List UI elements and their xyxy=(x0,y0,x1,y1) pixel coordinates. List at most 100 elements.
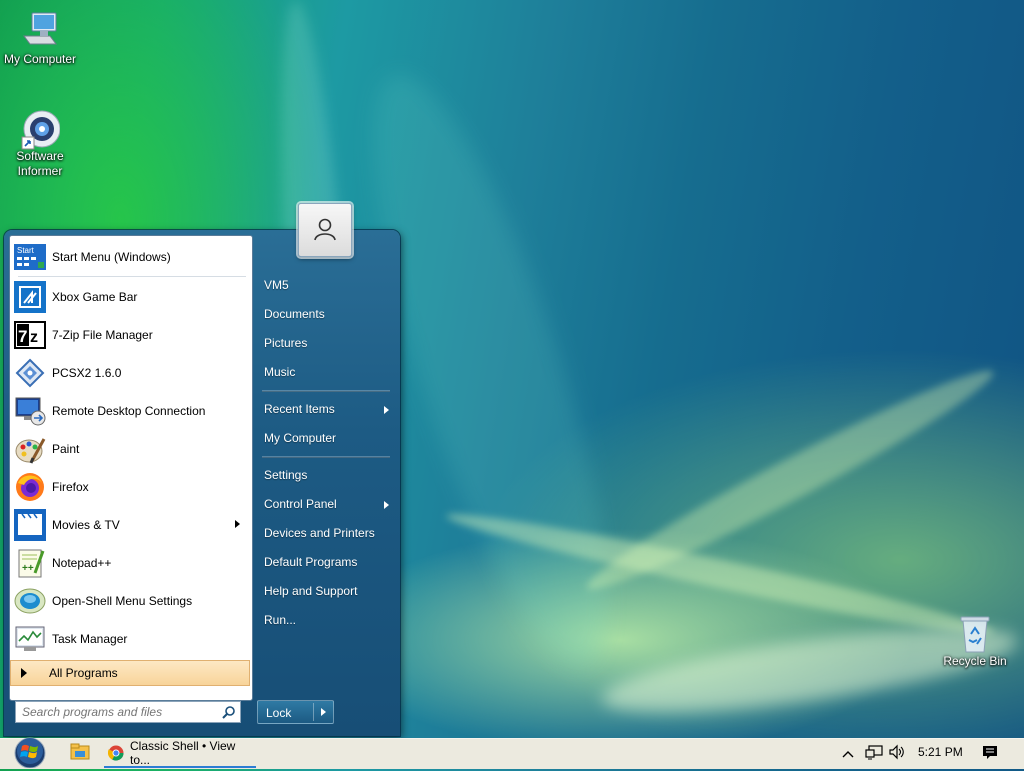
program-item-firefox[interactable]: Firefox xyxy=(12,469,248,505)
all-programs-button[interactable]: All Programs xyxy=(10,660,250,686)
right-item-documents[interactable]: Documents xyxy=(257,301,395,328)
task-manager-icon xyxy=(14,623,46,655)
all-programs-arrow-icon xyxy=(21,668,27,678)
submenu-arrow-icon xyxy=(384,406,389,414)
pcsx2-icon xyxy=(14,357,46,389)
right-item-label: Pictures xyxy=(264,336,308,350)
movies-tv-icon xyxy=(14,509,46,541)
network-icon xyxy=(865,744,883,763)
open-shell-icon xyxy=(14,585,46,617)
svg-text:z: z xyxy=(30,329,38,346)
start-menu-icon: Start xyxy=(14,241,46,273)
program-item-xbox-game-bar[interactable]: Xbox Game Bar xyxy=(12,279,248,315)
taskbar-task-chrome[interactable]: Classic Shell • View to... xyxy=(104,739,256,768)
program-item-open-shell-settings[interactable]: Open-Shell Menu Settings xyxy=(12,583,248,619)
right-item-label: Devices and Printers xyxy=(264,526,375,540)
action-center-button[interactable] xyxy=(982,739,1002,768)
program-item-pcsx2[interactable]: PCSX2 1.6.0 xyxy=(12,355,248,391)
lock-label: Lock xyxy=(266,706,292,720)
paint-icon xyxy=(14,433,46,465)
right-item-music[interactable]: Music xyxy=(257,359,395,386)
right-item-label: Recent Items xyxy=(264,402,335,416)
program-label: Xbox Game Bar xyxy=(52,290,138,304)
program-label: Movies & TV xyxy=(52,518,120,532)
right-item-run[interactable]: Run... xyxy=(257,607,395,634)
search-input[interactable] xyxy=(16,704,218,720)
program-label: Start Menu (Windows) xyxy=(52,250,171,264)
divider xyxy=(262,456,390,458)
program-item-movies-tv[interactable]: Movies & TV xyxy=(12,507,248,543)
right-item-label: Music xyxy=(264,365,296,379)
program-item-task-manager[interactable]: Task Manager xyxy=(12,621,248,657)
right-item-help-support[interactable]: Help and Support xyxy=(257,578,395,605)
search-programs-box xyxy=(15,701,241,723)
taskbar-file-explorer[interactable] xyxy=(70,739,94,768)
program-item-notepadpp[interactable]: ++ Notepad++ xyxy=(12,545,248,581)
submenu-arrow-icon xyxy=(384,501,389,509)
desktop-icon-my-computer[interactable]: My Computer xyxy=(0,10,80,67)
right-item-label: My Computer xyxy=(264,431,337,445)
right-item-pictures[interactable]: Pictures xyxy=(257,330,395,357)
right-item-settings[interactable]: Settings xyxy=(257,462,395,489)
chevron-up-icon xyxy=(842,747,854,761)
shutdown-options-arrow-icon[interactable] xyxy=(321,708,326,716)
desktop-icon-label: My Computer xyxy=(3,52,77,66)
speaker-icon xyxy=(888,744,906,763)
notepadpp-icon: ++ xyxy=(14,547,46,579)
submenu-arrow-icon xyxy=(235,520,240,528)
svg-text:7: 7 xyxy=(18,327,27,346)
task-title: Classic Shell • View to... xyxy=(130,738,236,767)
program-label: Notepad++ xyxy=(52,556,112,570)
firefox-icon xyxy=(14,471,46,503)
svg-text:++: ++ xyxy=(22,563,34,574)
divider xyxy=(262,390,390,392)
clock[interactable]: 5:21 PM xyxy=(918,745,963,759)
desktop-icon-recycle-bin[interactable]: Recycle Bin xyxy=(935,612,1015,669)
desktop-icon-label: Software Informer xyxy=(16,149,64,178)
user-icon xyxy=(312,216,338,245)
volume-tray-button[interactable] xyxy=(888,739,908,768)
software-informer-icon xyxy=(20,107,61,150)
program-label: Paint xyxy=(52,442,80,456)
program-label: 7-Zip File Manager xyxy=(52,328,153,342)
right-item-my-computer[interactable]: My Computer xyxy=(257,425,395,452)
file-explorer-icon xyxy=(70,743,90,764)
right-item-recent-items[interactable]: Recent Items xyxy=(257,396,395,423)
7zip-icon: 7z xyxy=(14,319,46,351)
network-tray-button[interactable] xyxy=(865,739,883,768)
program-label: Remote Desktop Connection xyxy=(52,404,206,418)
program-item-7zip[interactable]: 7z 7-Zip File Manager xyxy=(12,317,248,353)
chrome-icon xyxy=(108,745,124,761)
right-item-default-programs[interactable]: Default Programs xyxy=(257,549,395,576)
desktop-icon-label: Recycle Bin xyxy=(943,654,1007,668)
program-item-start-menu-windows[interactable]: Start Start Menu (Windows) xyxy=(12,239,248,275)
wallpaper-streak xyxy=(577,354,1003,606)
all-programs-label: All Programs xyxy=(49,666,118,680)
user-picture[interactable] xyxy=(298,203,352,257)
right-item-user-folder[interactable]: VM5 xyxy=(257,272,395,299)
lock-button[interactable]: Lock xyxy=(257,700,334,724)
search-icon[interactable] xyxy=(218,702,240,722)
program-label: Open-Shell Menu Settings xyxy=(52,594,193,608)
right-item-label: Documents xyxy=(264,307,325,321)
right-item-label: VM5 xyxy=(264,278,289,292)
divider xyxy=(313,703,314,721)
program-item-remote-desktop[interactable]: Remote Desktop Connection xyxy=(12,393,248,429)
desktop-icon-software-informer[interactable]: Software Informer xyxy=(0,107,80,179)
program-item-paint[interactable]: Paint xyxy=(12,431,248,467)
start-button[interactable] xyxy=(8,736,52,769)
right-item-label: Settings xyxy=(264,468,308,482)
right-item-devices-printers[interactable]: Devices and Printers xyxy=(257,520,395,547)
windows-logo-icon xyxy=(14,737,46,769)
programs-pane: Start Start Menu (Windows) Xbox Game Bar… xyxy=(9,235,253,701)
show-hidden-icons-button[interactable] xyxy=(842,739,858,768)
recycle-bin-icon xyxy=(955,612,995,653)
computer-icon xyxy=(20,10,60,50)
wallpaper-streak xyxy=(443,502,997,646)
program-label: Firefox xyxy=(52,480,89,494)
right-item-control-panel[interactable]: Control Panel xyxy=(257,491,395,518)
divider xyxy=(18,276,246,277)
svg-text:Start: Start xyxy=(17,246,35,255)
program-label: PCSX2 1.6.0 xyxy=(52,366,122,380)
right-item-label: Control Panel xyxy=(264,497,337,511)
